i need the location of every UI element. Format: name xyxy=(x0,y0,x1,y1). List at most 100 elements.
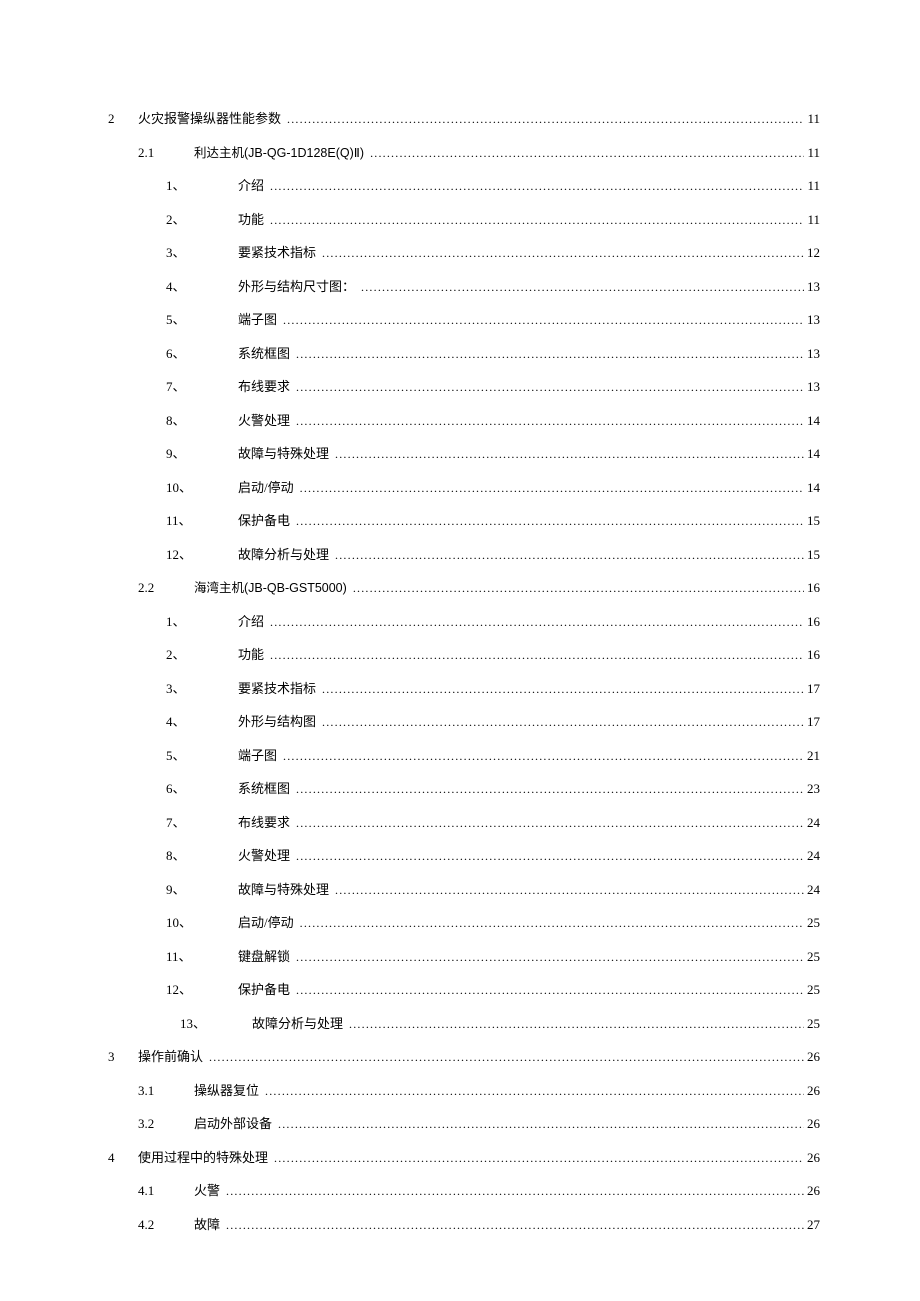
toc-number: 2.1 xyxy=(138,145,194,161)
toc-entry: 10、启动/停动14 xyxy=(108,477,820,511)
toc-leader xyxy=(283,749,804,764)
toc-label: 外形与结构尺寸图： xyxy=(238,279,355,294)
toc-page: 17 xyxy=(804,681,820,697)
toc-label: 操作前确认 xyxy=(138,1049,203,1064)
toc-number: 4、 xyxy=(166,276,222,295)
toc-label: 故障与特殊处理 xyxy=(238,446,329,461)
toc-leader xyxy=(265,1084,804,1099)
toc-entry: 4.2故障27 xyxy=(108,1214,820,1248)
toc-number: 2 xyxy=(108,111,138,127)
toc-leader xyxy=(274,1151,804,1166)
toc-entry: 6、系统框图23 xyxy=(108,778,820,812)
toc-number: 11、 xyxy=(166,510,222,529)
toc-number: 3.2 xyxy=(138,1116,194,1132)
toc-label: 端子图 xyxy=(238,312,277,327)
toc-entry: 3.2启动外部设备26 xyxy=(108,1113,820,1147)
toc-number: 7、 xyxy=(166,812,222,831)
toc-number: 1、 xyxy=(166,175,222,194)
toc-label: 端子图 xyxy=(238,748,277,763)
toc-entry: 8、火警处理24 xyxy=(108,845,820,879)
toc-entry: 2.2海湾主机(JB-QB-GST5000)16 xyxy=(108,577,820,611)
toc-number: 8、 xyxy=(166,845,222,864)
toc-number: 6、 xyxy=(166,778,222,797)
toc-number: 9、 xyxy=(166,443,222,462)
toc-entry: 9、 故障与特殊处理 14 xyxy=(108,443,820,477)
toc-leader xyxy=(335,447,804,462)
toc-number: 11、 xyxy=(166,946,222,965)
toc-entry: 2火灾报警操纵器性能参数11 xyxy=(108,108,820,142)
toc-leader xyxy=(270,213,804,228)
toc-entry: 2、功能16 xyxy=(108,644,820,678)
toc-label: 布线要求 xyxy=(238,815,290,830)
toc-leader xyxy=(370,146,804,161)
toc-label: 保护备电 xyxy=(238,982,290,997)
toc-label: 故障 xyxy=(194,1217,220,1232)
toc-leader xyxy=(287,112,804,127)
toc-leader xyxy=(300,916,804,931)
toc-entry: 11、键盘解锁25 xyxy=(108,946,820,980)
toc-entry: 4、外形与结构图17 xyxy=(108,711,820,745)
toc-leader xyxy=(209,1050,804,1065)
toc-entry: 3、要紧技术指标12 xyxy=(108,242,820,276)
toc-label: 功能 xyxy=(238,212,264,227)
toc-entry: 10、启动/停动25 xyxy=(108,912,820,946)
toc-leader xyxy=(335,548,804,563)
toc-page: 26 xyxy=(804,1150,820,1166)
toc-page: 16 xyxy=(804,580,820,596)
toc-page: 16 xyxy=(804,614,820,630)
toc-label: 故障与特殊处理 xyxy=(238,882,329,897)
toc-leader xyxy=(335,883,804,898)
toc-entry: 5、端子图13 xyxy=(108,309,820,343)
toc-entry: 2、功能11 xyxy=(108,209,820,243)
toc-leader xyxy=(296,782,804,797)
toc-label: 布线要求 xyxy=(238,379,290,394)
toc-entry: 4使用过程中的特殊处理 26 xyxy=(108,1147,820,1181)
toc-number: 4 xyxy=(108,1150,138,1166)
toc-label: 外形与结构图 xyxy=(238,714,316,729)
toc-leader xyxy=(296,347,804,362)
toc-entry: 3操作前确认26 xyxy=(108,1046,820,1080)
toc-page: 12 xyxy=(804,245,820,261)
toc-page: 25 xyxy=(804,915,820,931)
toc-entry: 13、故障分析与处理25 xyxy=(108,1013,820,1047)
toc-page: 14 xyxy=(804,413,820,429)
toc-entry: 3.1操纵器复位26 xyxy=(108,1080,820,1114)
toc-entry: 4.1火警26 xyxy=(108,1180,820,1214)
toc-leader xyxy=(296,950,804,965)
toc-page: 24 xyxy=(804,815,820,831)
toc-label: 介绍 xyxy=(238,614,264,629)
toc-page: 11 xyxy=(804,145,820,161)
toc-page: 24 xyxy=(804,882,820,898)
toc-page: 14 xyxy=(804,446,820,462)
toc-page: 24 xyxy=(804,848,820,864)
toc-label: 使用过程中的特殊处理 xyxy=(138,1150,268,1165)
toc-page: 17 xyxy=(804,714,820,730)
toc-leader xyxy=(283,313,804,328)
toc-number: 3、 xyxy=(166,678,222,697)
toc-leader xyxy=(322,682,804,697)
toc-leader xyxy=(270,648,804,663)
toc-number: 6、 xyxy=(166,343,222,362)
toc-label: 火灾报警操纵器性能参数 xyxy=(138,111,281,126)
toc-leader xyxy=(296,514,804,529)
toc-leader xyxy=(226,1218,804,1233)
toc-page: 13 xyxy=(804,379,820,395)
toc-page: 25 xyxy=(804,1016,820,1032)
toc-entry: 3、要紧技术指标17 xyxy=(108,678,820,712)
toc-leader xyxy=(296,983,804,998)
toc-entry: 4、 外形与结构尺寸图： 13 xyxy=(108,276,820,310)
toc-page: 13 xyxy=(804,279,820,295)
toc-number: 9、 xyxy=(166,879,222,898)
toc-page: 15 xyxy=(804,547,820,563)
toc-number: 4.1 xyxy=(138,1183,194,1199)
toc-page: 11 xyxy=(804,212,820,228)
toc-entry: 9、 故障与特殊处理 24 xyxy=(108,879,820,913)
toc-label: 键盘解锁 xyxy=(238,949,290,964)
toc-label: 保护备电 xyxy=(238,513,290,528)
toc-page: 23 xyxy=(804,781,820,797)
toc-page: 25 xyxy=(804,982,820,998)
toc-label: 系统框图 xyxy=(238,346,290,361)
toc-label: 启动/停动 xyxy=(238,480,294,495)
toc-leader xyxy=(296,380,804,395)
toc-label: 故障分析与处理 xyxy=(252,1016,343,1031)
